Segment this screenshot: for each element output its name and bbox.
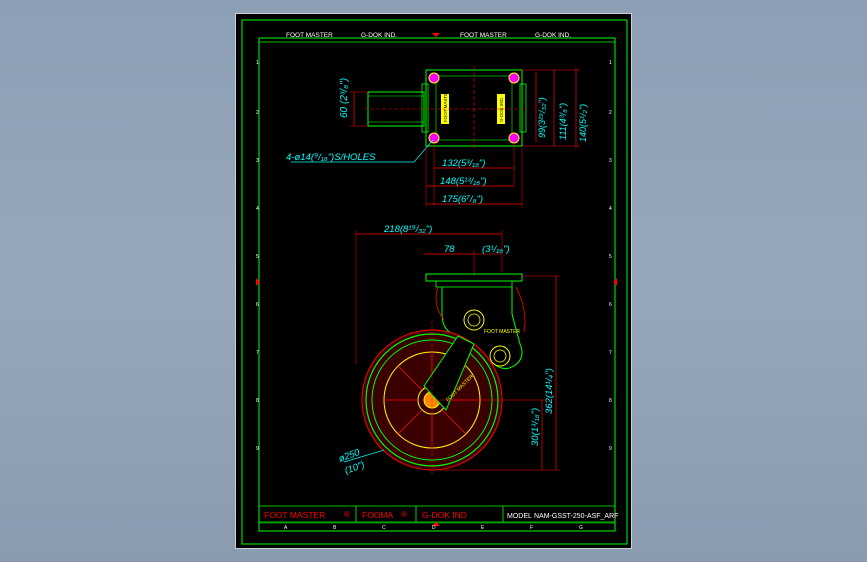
bolt-hole: [428, 132, 440, 144]
header-center-arrow: [432, 33, 440, 37]
dim-99-label: 99(3²⁹/₃₂"): [537, 97, 547, 138]
column-label: B: [333, 525, 337, 531]
header-left-company: G-DOK IND.: [361, 32, 397, 39]
dim-132-label: 132(5³/₁₆"): [442, 158, 485, 169]
bracket-bolt: [489, 345, 511, 367]
title-block: FOOT MASTER ® FOOMA ® G-DOK IND MODEL NA…: [264, 506, 618, 522]
column-label: C: [382, 525, 386, 531]
row-label: 7: [256, 350, 259, 356]
row-label: 2: [256, 110, 259, 116]
dim-height-inch-label: (2³/₈"): [339, 78, 350, 104]
row-label: 1: [609, 60, 612, 66]
row-label: 3: [609, 158, 612, 164]
row-label: 3: [256, 158, 259, 164]
row-label: 2: [609, 110, 612, 116]
column-label: F: [530, 525, 533, 531]
row-label: 1: [256, 60, 259, 66]
column-label: G: [579, 525, 583, 531]
dim-78-label: 78: [444, 244, 455, 255]
dim-218-label: 218(8¹⁹/₃₂"): [383, 224, 432, 235]
holes-label: 4-ø14(⁹/₁₆")S/HOLES: [286, 152, 376, 163]
model-value: NAM-GSST-250-ASF_ARF: [534, 513, 618, 520]
top-view: FOOT MASTER G-DOK IND. 60 (2³/₈") 99(3²⁹…: [286, 66, 588, 208]
row-label: 8: [256, 398, 259, 404]
title-brand-gdok: G-DOK IND: [422, 510, 467, 520]
row-label: 4: [609, 206, 612, 212]
cad-drawing: FOOT MASTER G-DOK IND. FOOT MASTER G-DOK…: [241, 19, 628, 545]
row-label: 9: [256, 446, 259, 452]
drawing-sheet: FOOT MASTER G-DOK IND. FOOT MASTER G-DOK…: [235, 13, 632, 549]
dim-78-inch-label: (3¹/₁₆"): [482, 244, 510, 255]
row-label: 8: [609, 398, 612, 404]
plate-label-left: FOOT MASTER: [443, 89, 448, 122]
bolt-hole: [428, 72, 440, 84]
model-label: MODEL: [507, 513, 532, 520]
title-brand-foot-master: FOOT MASTER: [264, 510, 325, 520]
row-label: 9: [609, 446, 612, 452]
dim-30-label: 30(1³/₁₆"): [530, 408, 541, 446]
row-label: 4: [256, 206, 259, 212]
bracket-label: FOOT MASTER: [484, 329, 520, 335]
dim-140-label: 140(5¹/₂"): [578, 104, 588, 142]
row-label: 6: [256, 302, 259, 308]
row-label: 5: [609, 254, 612, 260]
title-brand-fooma: FOOMA: [362, 510, 393, 520]
dim-height-label: 60: [339, 106, 350, 118]
header-left-brand: FOOT MASTER: [286, 32, 333, 39]
bolt-hole: [508, 132, 520, 144]
plate-label-right: G-DOK IND.: [499, 97, 504, 122]
side-view: 218(8¹⁹/₃₂") 78 (3¹/₁₆") FOOT MASTER FOO…: [337, 224, 560, 477]
bracket-bolt: [463, 309, 485, 331]
dim-111-label: 111(4³/₈"): [558, 103, 568, 140]
row-label: 7: [609, 350, 612, 356]
column-label: E: [481, 525, 485, 531]
dim-148-label: 148(5¹³/₁₆"): [440, 176, 487, 187]
dim-362-label: 362(14¹/₄"): [544, 368, 555, 414]
dim-175-label: 175(6⁷/₈"): [442, 194, 483, 205]
row-label: 6: [609, 302, 612, 308]
column-label: A: [284, 525, 288, 531]
header-right-company: G-DOK IND.: [535, 32, 571, 39]
registered-mark: ®: [344, 510, 350, 519]
header-right-brand: FOOT MASTER: [460, 32, 507, 39]
column-label: D: [432, 525, 436, 531]
registered-mark: ®: [401, 510, 407, 519]
bolt-hole: [508, 72, 520, 84]
row-label: 5: [256, 254, 259, 260]
